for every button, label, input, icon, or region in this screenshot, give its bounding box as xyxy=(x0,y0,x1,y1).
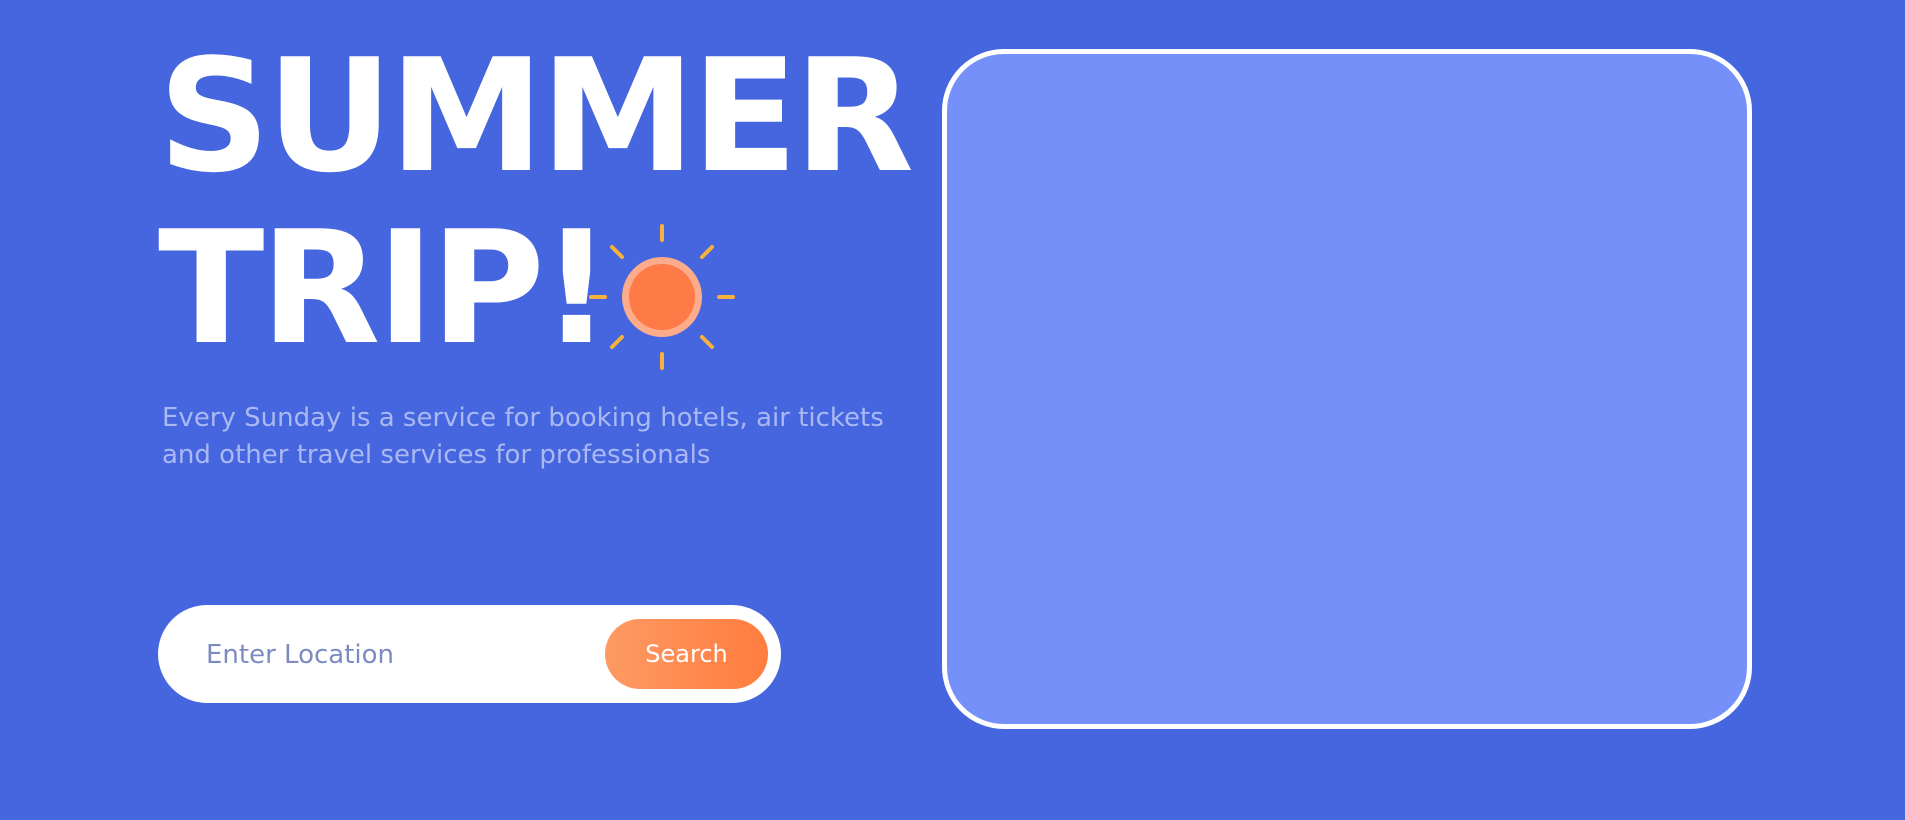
hero-title: SUMMER TRIP! xyxy=(158,25,914,379)
sun-icon xyxy=(589,224,735,370)
hero-image-placeholder xyxy=(942,49,1752,729)
hero-title-line1: SUMMER xyxy=(158,25,914,207)
hero-subtitle-line1: Every Sunday is a service for booking ho… xyxy=(162,403,884,433)
hero-subtitle: Every Sunday is a service for booking ho… xyxy=(162,400,902,474)
hero-title-line2: TRIP! xyxy=(158,197,612,379)
search-bar: Search xyxy=(158,605,781,703)
hero-subtitle-line2: and other travel services for profession… xyxy=(162,440,711,470)
search-button[interactable]: Search xyxy=(605,619,768,689)
